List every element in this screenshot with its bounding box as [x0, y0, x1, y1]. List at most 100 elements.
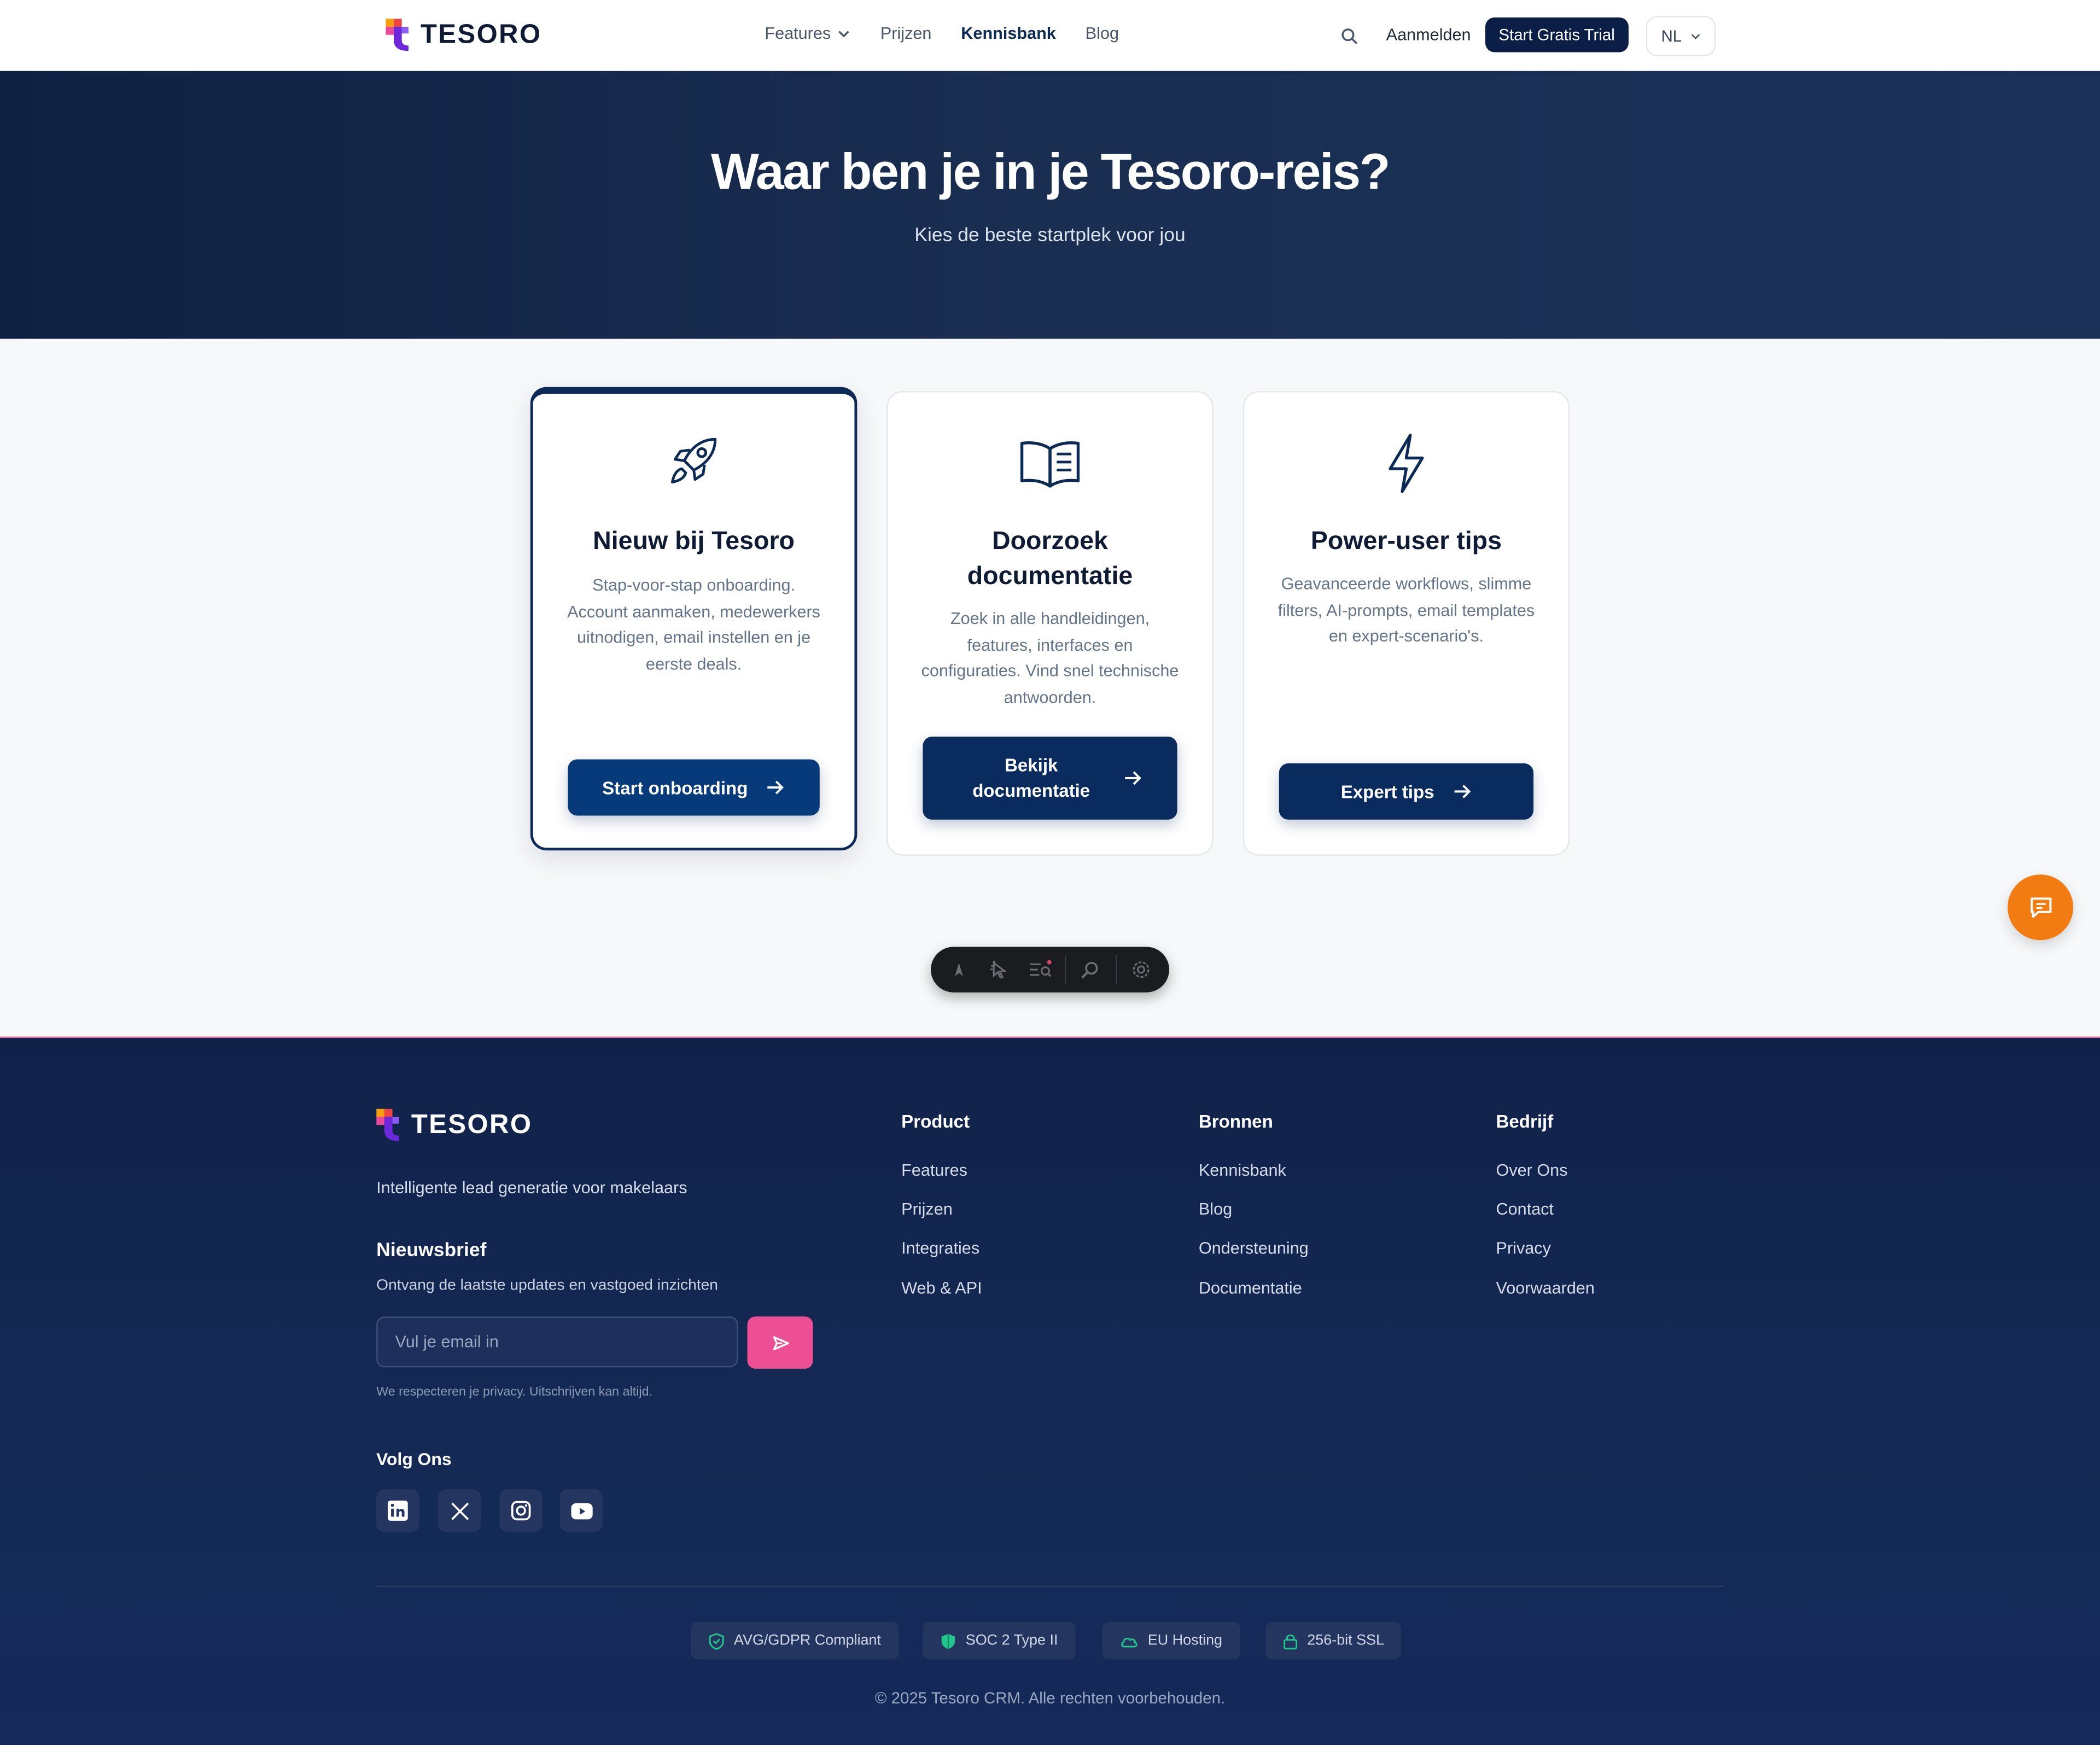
pointer-icon [990, 960, 1007, 979]
shield-check-icon [709, 1632, 724, 1649]
arrow-right-icon [768, 780, 784, 795]
hero-subtitle: Kies de beste startplek voor jou [914, 225, 1186, 247]
footer-link[interactable]: Ondersteuning [1199, 1239, 1309, 1257]
arrow-right-icon [1454, 784, 1471, 798]
card-description: Geavanceerde workflows, slimme filters, … [1278, 574, 1535, 646]
main-nav: Features Prijzen Kennisbank Blog [765, 24, 1148, 43]
footer-link[interactable]: Privacy [1496, 1239, 1551, 1257]
nav-blog[interactable]: Blog [1086, 24, 1119, 43]
button-label: Expert tips [1340, 781, 1434, 802]
chevron-down-icon [1690, 34, 1700, 39]
toolbar-divider [1115, 955, 1117, 985]
chat-icon [2029, 897, 2051, 918]
dev-toolbar [931, 947, 1169, 993]
badge-ssl: 256-bit SSL [1265, 1621, 1402, 1660]
footer-link[interactable]: Documentatie [1199, 1279, 1302, 1298]
copyright: © 2025 Tesoro CRM. Alle rechten voorbeho… [874, 1689, 1226, 1708]
arrow-right-icon [1125, 771, 1141, 785]
cloud-icon [1121, 1637, 1138, 1647]
newsletter-email-input[interactable] [376, 1316, 738, 1368]
footer-link[interactable]: Blog [1199, 1200, 1232, 1218]
nav-kennisbank-label: Kennisbank [961, 24, 1056, 43]
nav-prijzen[interactable]: Prijzen [880, 24, 932, 43]
follow-title: Volg Ons [376, 1449, 452, 1469]
newsletter-privacy-note: We respecteren je privacy. Uitschrijven … [376, 1385, 652, 1400]
card-documentation: Doorzoek documentatie Zoek in alle handl… [886, 391, 1214, 856]
footer-link[interactable]: Prijzen [901, 1200, 953, 1218]
lightning-icon [1389, 434, 1424, 493]
newsletter-submit-button[interactable] [747, 1316, 813, 1369]
view-documentation-button[interactable]: Bekijk documentatie [923, 736, 1177, 820]
newsletter-title: Nieuwsbrief [376, 1240, 487, 1262]
gear-icon [1133, 961, 1150, 978]
search-icon[interactable] [1339, 26, 1361, 47]
start-onboarding-button[interactable]: Start onboarding [568, 759, 820, 816]
nav-kennisbank[interactable]: Kennisbank [961, 24, 1056, 43]
footer-col-resources-title: Bronnen [1198, 1111, 1273, 1132]
x-icon [451, 1502, 468, 1520]
brand-name: TESORO [411, 1109, 533, 1139]
tesoro-logo-mark [376, 1108, 399, 1141]
dev-toolbar-astro[interactable] [943, 954, 975, 986]
footer-link[interactable]: Over Ons [1496, 1161, 1568, 1180]
badge-label: 256-bit SSL [1307, 1632, 1385, 1649]
language-selector[interactable]: NL [1646, 16, 1716, 56]
brand-name: TESORO [420, 19, 542, 49]
start-trial-button[interactable]: Start Gratis Trial [1485, 17, 1629, 52]
dev-toolbar-settings[interactable] [1125, 954, 1157, 986]
expert-tips-button[interactable]: Expert tips [1279, 763, 1534, 820]
audit-icon [1029, 960, 1051, 977]
hero-title: Waar ben je in je Tesoro-reis? [710, 144, 1391, 201]
instagram-link[interactable] [499, 1489, 542, 1532]
chat-button[interactable] [2008, 874, 2074, 941]
x-link[interactable] [438, 1489, 481, 1532]
tesoro-logo-mark [386, 19, 409, 51]
badge-gdpr: AVG/GDPR Compliant [691, 1621, 899, 1660]
card-title: Power-user tips [1310, 527, 1502, 556]
hero-section: Waar ben je in je Tesoro-reis? Kies de b… [0, 71, 2100, 339]
lock-icon [1284, 1633, 1298, 1649]
send-icon [772, 1335, 789, 1350]
card-power-user: Power-user tips Geavanceerde workflows, … [1242, 391, 1570, 856]
linkedin-icon [387, 1501, 408, 1521]
shield-icon [941, 1633, 955, 1649]
newsletter-description: Ontvang de laatste updates en vastgoed i… [376, 1277, 718, 1294]
youtube-link[interactable] [559, 1489, 603, 1532]
badge-label: AVG/GDPR Compliant [734, 1632, 882, 1649]
badge-soc2: SOC 2 Type II [923, 1621, 1076, 1660]
footer-link[interactable]: Voorwaarden [1496, 1279, 1595, 1298]
footer: TESORO Intelligente lead generatie voor … [0, 1036, 2100, 1745]
chevron-down-icon [838, 31, 850, 38]
astro-icon [955, 962, 964, 977]
instagram-icon [511, 1501, 531, 1521]
linkedin-link[interactable] [376, 1489, 419, 1532]
card-description: Stap-voor-stap onboarding. Account aanma… [567, 576, 820, 673]
dev-toolbar-search[interactable] [1075, 954, 1107, 986]
book-icon [1020, 441, 1080, 488]
tesoro-logo[interactable]: TESORO [386, 17, 541, 52]
youtube-icon [570, 1502, 592, 1519]
footer-logo[interactable]: TESORO [376, 1107, 532, 1142]
footer-link[interactable]: Kennisbank [1199, 1161, 1286, 1180]
footer-link[interactable]: Integraties [901, 1239, 979, 1257]
footer-link[interactable]: Web & API [901, 1279, 982, 1298]
login-link[interactable]: Aanmelden [1386, 26, 1471, 44]
dev-toolbar-inspect[interactable] [984, 954, 1016, 986]
footer-link[interactable]: Contact [1496, 1200, 1554, 1218]
footer-link[interactable]: Features [901, 1161, 967, 1180]
toolbar-divider [1064, 955, 1066, 985]
card-title: Nieuw bij Tesoro [593, 527, 795, 556]
card-new-user: Nieuw bij Tesoro Stap-voor-stap onboardi… [530, 387, 858, 851]
nav-features[interactable]: Features [765, 24, 851, 43]
top-navbar: TESORO Features Prijzen Kennisbank Blog … [0, 0, 2100, 73]
rocket-icon [670, 437, 717, 484]
badge-label: EU Hosting [1147, 1632, 1223, 1649]
nav-features-label: Features [765, 24, 831, 43]
search-settings-icon [1081, 961, 1099, 979]
badge-label: SOC 2 Type II [965, 1632, 1058, 1649]
card-title: Doorzoek documentatie [967, 527, 1133, 591]
badge-eu-hosting: EU Hosting [1102, 1621, 1240, 1660]
button-label: Start onboarding [602, 777, 748, 798]
footer-tagline: Intelligente lead generatie voor makelaa… [376, 1178, 687, 1198]
dev-toolbar-audit[interactable] [1024, 954, 1057, 986]
